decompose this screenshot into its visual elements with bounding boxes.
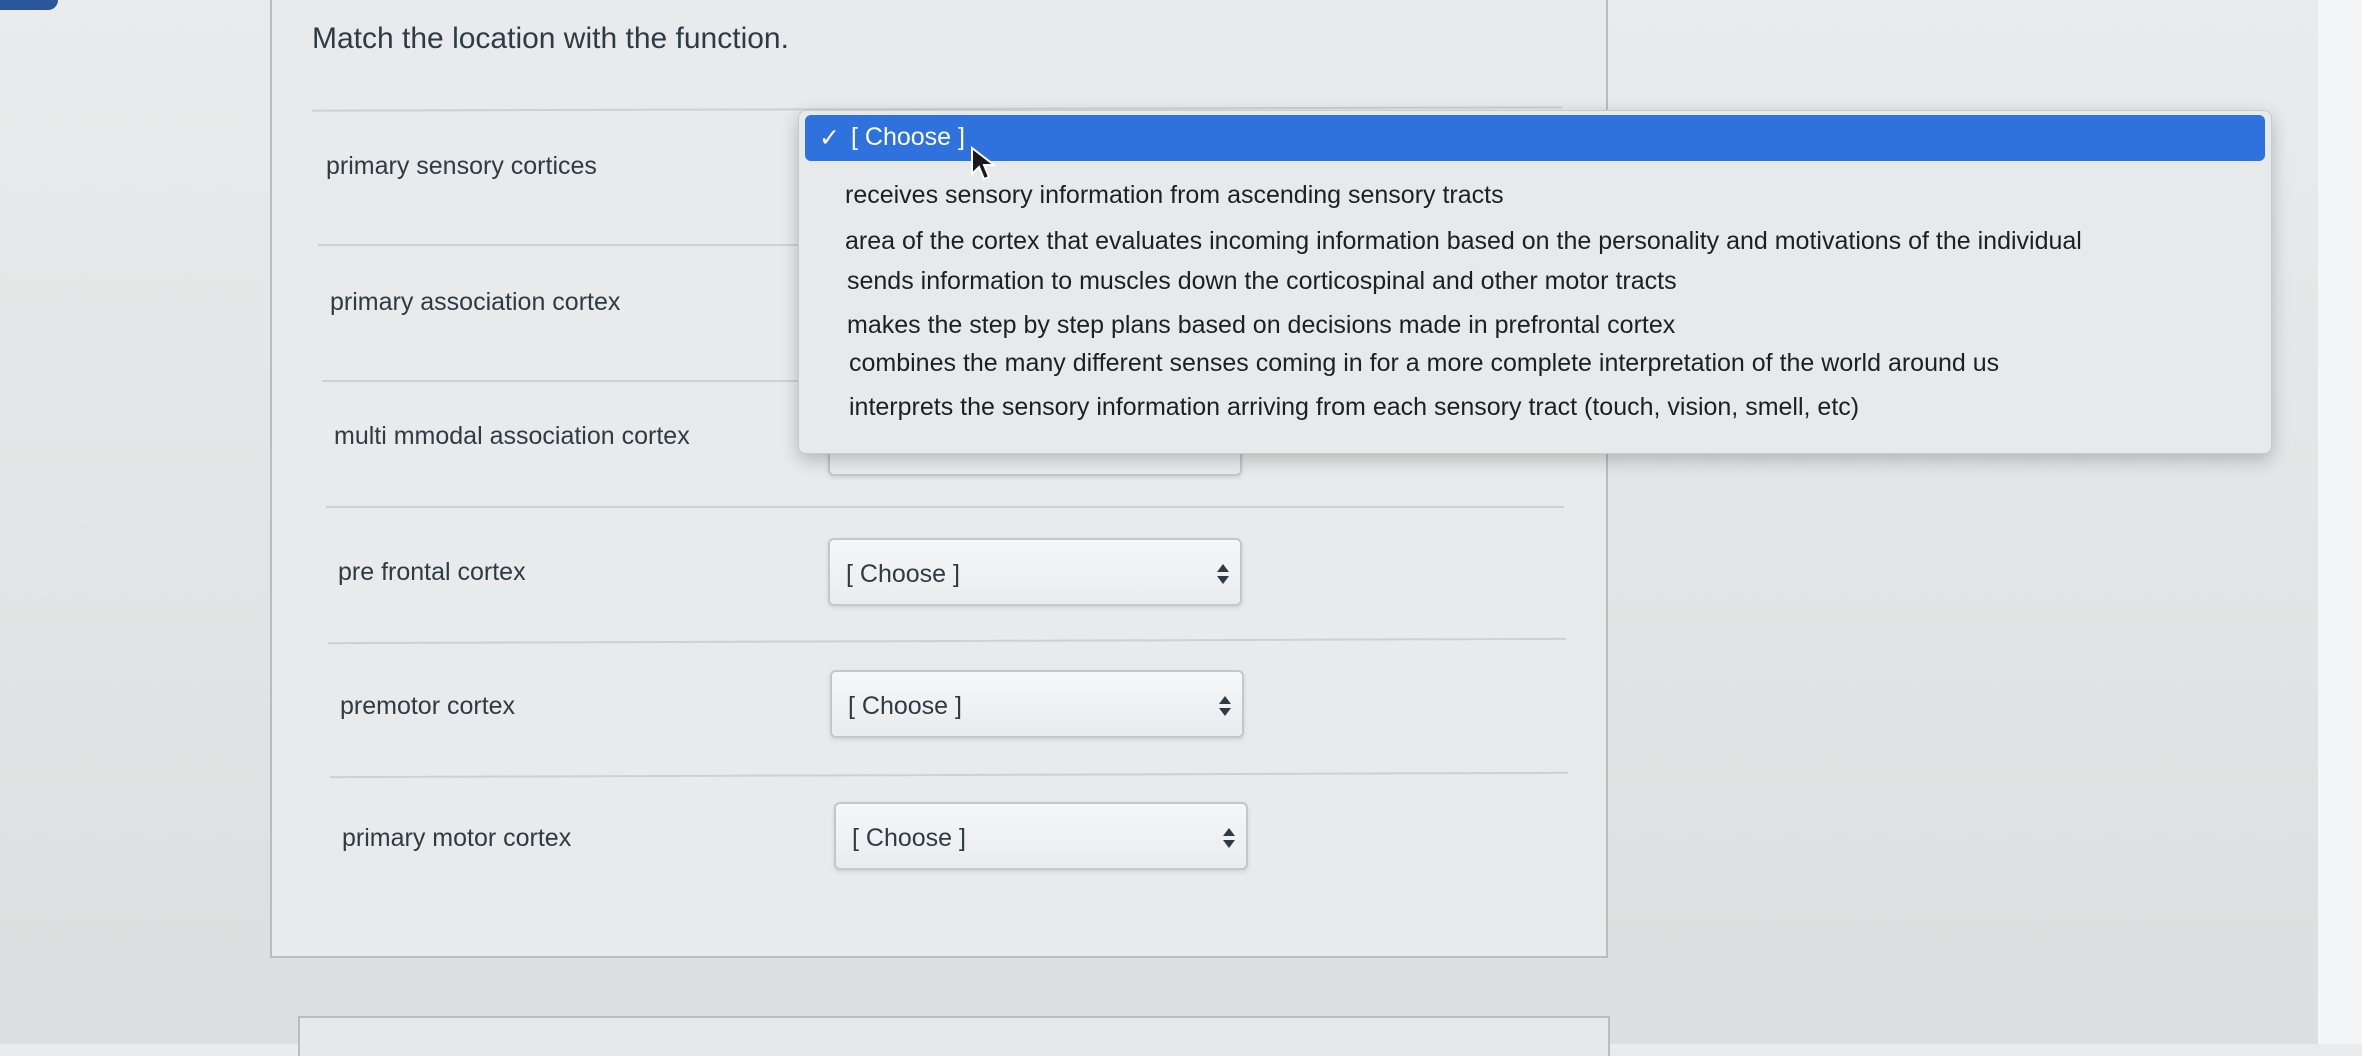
select-value: [ Choose ] xyxy=(848,692,962,720)
question-text: Match the location with the function. xyxy=(312,22,789,55)
dropdown-option[interactable]: sends information to muscles down the co… xyxy=(847,267,1677,296)
row-label-primary-sensory-cortices: primary sensory cortices xyxy=(326,152,597,180)
row-label-pre-frontal-cortex: pre frontal cortex xyxy=(338,558,526,586)
dropdown-menu-primary-sensory-cortices: ✓ [ Choose ] receives sensory informatio… xyxy=(798,110,2272,454)
row-label-multimodal-association-cortex: multi mmodal association cortex xyxy=(334,422,690,450)
dropdown-option-choose[interactable]: ✓ [ Choose ] xyxy=(805,115,2265,161)
mouse-pointer-icon xyxy=(971,146,996,181)
select-primary-motor-cortex[interactable]: [ Choose ] xyxy=(834,802,1248,870)
dropdown-option[interactable]: combines the many different senses comin… xyxy=(849,349,1999,378)
select-pre-frontal-cortex[interactable]: [ Choose ] xyxy=(828,538,1242,606)
check-icon: ✓ xyxy=(819,124,840,152)
up-down-arrows-icon xyxy=(1217,564,1229,584)
row-label-premotor-cortex: premotor cortex xyxy=(340,692,516,720)
divider xyxy=(322,380,822,382)
next-question-card xyxy=(298,1016,1610,1056)
row-label-primary-motor-cortex: primary motor cortex xyxy=(342,824,572,852)
dropdown-option[interactable]: makes the step by step plans based on de… xyxy=(847,311,1675,340)
dropdown-option[interactable]: area of the cortex that evaluates incomi… xyxy=(845,227,2082,256)
divider xyxy=(318,244,818,246)
select-premotor-cortex[interactable]: [ Choose ] xyxy=(830,670,1244,738)
select-value: [ Choose ] xyxy=(846,560,960,588)
row-label-primary-association-cortex: primary association cortex xyxy=(330,288,621,316)
up-down-arrows-icon xyxy=(1223,828,1235,848)
dropdown-option-label: [ Choose ] xyxy=(851,123,965,151)
up-down-arrows-icon xyxy=(1219,696,1231,716)
divider xyxy=(326,506,1564,508)
select-value: [ Choose ] xyxy=(852,824,966,852)
page-right-edge xyxy=(2318,0,2362,1044)
dropdown-option[interactable]: receives sensory information from ascend… xyxy=(845,181,1504,210)
dropdown-option[interactable]: interprets the sensory information arriv… xyxy=(849,393,1859,422)
corner-badge xyxy=(0,0,58,10)
